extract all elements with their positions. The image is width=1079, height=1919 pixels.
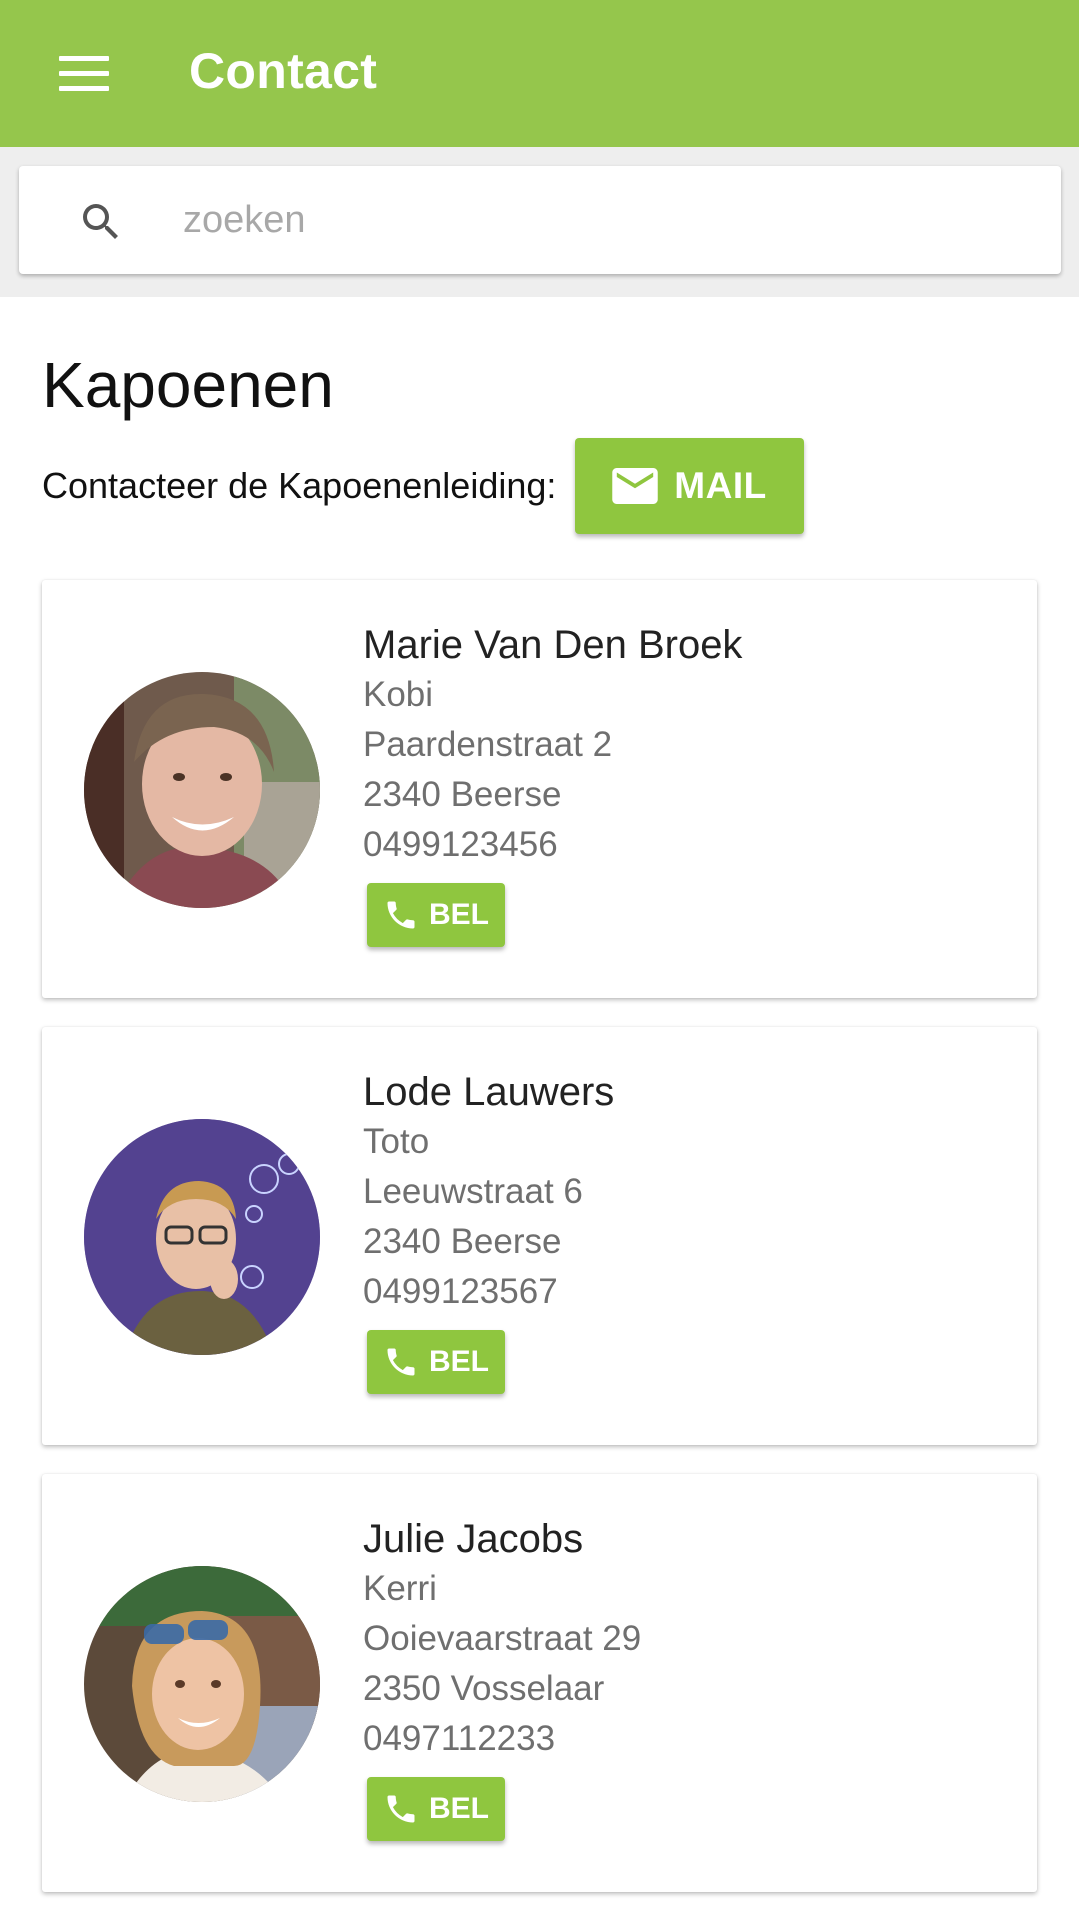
call-button[interactable]: BEL xyxy=(367,1330,505,1394)
contact-street: Ooievaarstraat 29 xyxy=(363,1619,642,1658)
page-title: Contact xyxy=(189,43,378,99)
menu-icon[interactable] xyxy=(56,52,112,94)
contact-phone: 0499123567 xyxy=(363,1272,558,1311)
phone-icon xyxy=(387,1795,415,1823)
contact-street: Leeuwstraat 6 xyxy=(363,1172,583,1211)
contact-name: Marie Van Den Broek xyxy=(363,623,743,667)
contact-city: 2350 Vosselaar xyxy=(363,1669,605,1708)
contact-name: Lode Lauwers xyxy=(363,1070,615,1114)
contact-info: Julie Jacobs Kerri Ooievaarstraat 29 235… xyxy=(363,1514,641,1764)
search-icon xyxy=(83,204,118,239)
contact-leaders-row: Contacteer de Kapoenenleiding: MAIL xyxy=(42,438,804,534)
search-box xyxy=(19,166,1061,274)
call-button-label: BEL xyxy=(429,1345,489,1378)
contact-nickname: Kobi xyxy=(363,675,434,714)
call-button[interactable]: BEL xyxy=(367,1777,505,1841)
search-input[interactable] xyxy=(163,190,1043,250)
call-button-label: BEL xyxy=(429,1792,489,1825)
contact-card: Marie Van Den Broek Kobi Paardenstraat 2… xyxy=(42,580,1037,998)
contact-city: 2340 Beerse xyxy=(363,1222,562,1261)
contact-name: Julie Jacobs xyxy=(363,1517,584,1561)
phone-icon xyxy=(387,901,415,929)
app-bar: Contact xyxy=(0,0,1079,147)
contact-leaders-label: Contacteer de Kapoenenleiding: xyxy=(42,465,557,506)
contact-city: 2340 Beerse xyxy=(363,775,562,814)
contact-card: Lode Lauwers Toto Leeuwstraat 6 2340 Bee… xyxy=(42,1027,1037,1445)
mail-button-label: MAIL xyxy=(674,465,767,506)
search-area xyxy=(0,147,1079,297)
contact-nickname: Kerri xyxy=(363,1569,437,1608)
mail-icon xyxy=(612,468,659,504)
contact-phone: 0499123456 xyxy=(363,825,558,864)
contact-street: Paardenstraat 2 xyxy=(363,725,613,764)
avatar xyxy=(84,672,320,908)
section-title: Kapoenen xyxy=(42,349,334,421)
phone-icon xyxy=(387,1348,415,1376)
avatar xyxy=(84,1119,320,1355)
mail-button[interactable]: MAIL xyxy=(575,438,804,534)
contact-nickname: Toto xyxy=(363,1122,430,1161)
contact-info: Lode Lauwers Toto Leeuwstraat 6 2340 Bee… xyxy=(363,1067,614,1317)
call-button[interactable]: BEL xyxy=(367,883,505,947)
contact-card: Julie Jacobs Kerri Ooievaarstraat 29 235… xyxy=(42,1474,1037,1892)
call-button-label: BEL xyxy=(429,898,489,931)
contact-phone: 0497112233 xyxy=(363,1719,556,1758)
contact-info: Marie Van Den Broek Kobi Paardenstraat 2… xyxy=(363,620,742,870)
avatar xyxy=(84,1566,320,1802)
